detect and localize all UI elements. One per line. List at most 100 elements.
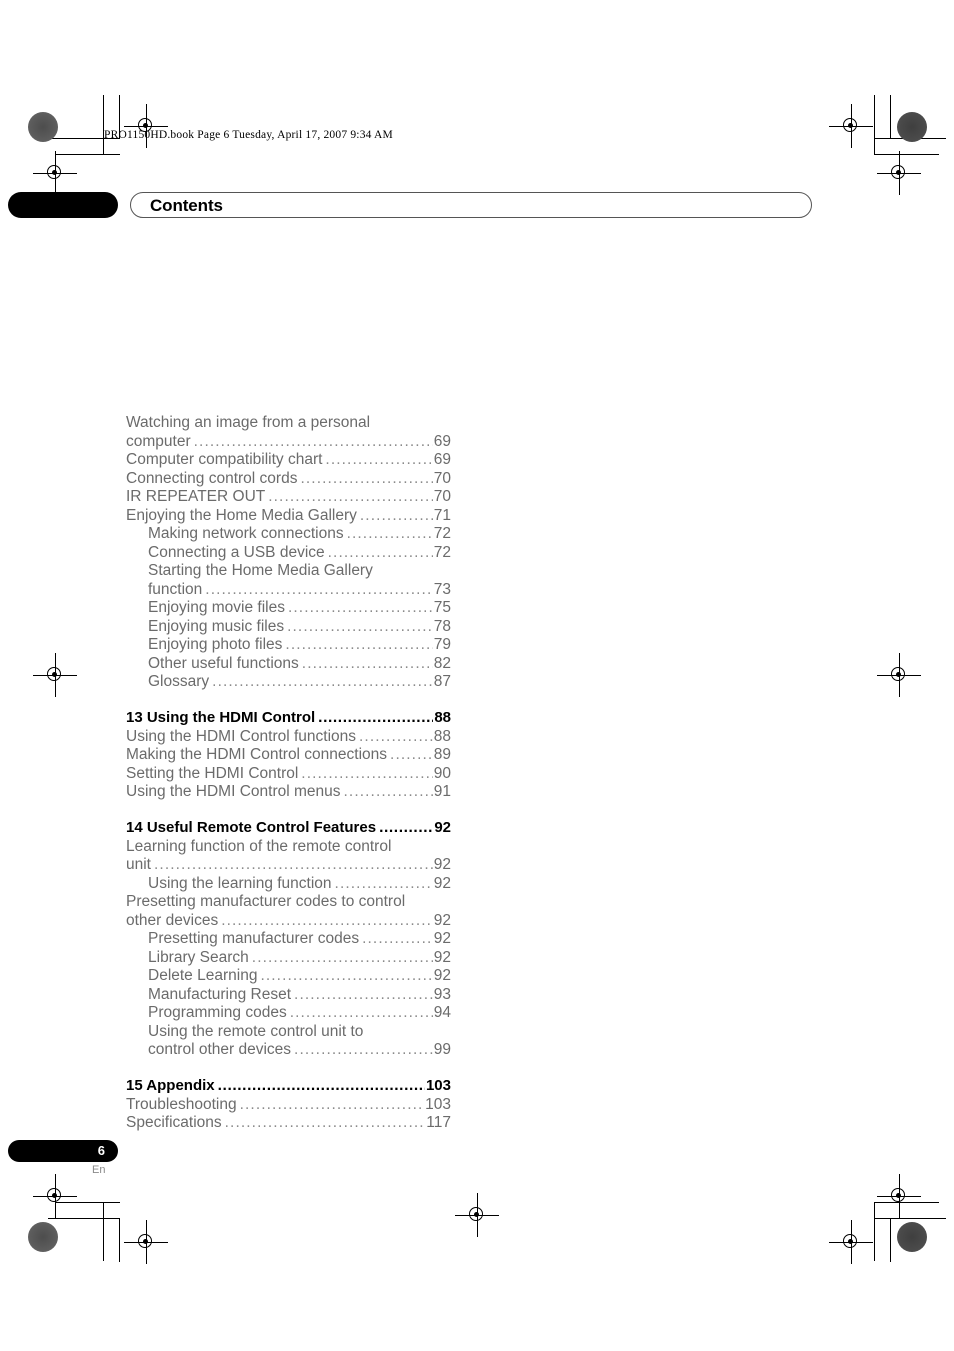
toc-entry[interactable]: Using the HDMI Control functions........…: [126, 728, 451, 747]
toc-entry[interactable]: Connecting a USB device.................…: [148, 544, 451, 563]
toc-dot-leader: ........................................…: [289, 1004, 433, 1021]
toc-entry[interactable]: Using the HDMI Control menus............…: [126, 783, 451, 802]
toc-entry[interactable]: Starting the Home Media Gallery.........…: [148, 562, 451, 581]
toc-entry[interactable]: Enjoying music files....................…: [148, 618, 451, 637]
toc-entry-page-number: 88: [434, 708, 451, 726]
toc-dot-leader: ........................................…: [193, 432, 433, 450]
toc-entry[interactable]: Manufacturing Reset.....................…: [148, 986, 451, 1005]
toc-entry[interactable]: Specifications..........................…: [126, 1114, 451, 1133]
toc-chapter-entry[interactable]: 13 Using the HDMI Control...............…: [126, 708, 451, 728]
toc-entry[interactable]: Setting the HDMI Control................…: [126, 765, 451, 784]
toc-entry[interactable]: Making network connections..............…: [148, 525, 451, 544]
toc-entry-label: Enjoying photo files: [148, 636, 283, 653]
crop-line-bottom-right-v1: [874, 1202, 875, 1261]
registration-mark-bottom-right-inner: [877, 1174, 921, 1218]
toc-entry[interactable]: Enjoying photo files....................…: [148, 636, 451, 655]
toc-entry[interactable]: computer................................…: [126, 433, 451, 452]
toc-chapter-entry[interactable]: 15 Appendix.............................…: [126, 1076, 451, 1096]
toc-entry[interactable]: Using the remote control unit to........…: [148, 1023, 451, 1042]
toc-entry[interactable]: Enjoying movie files....................…: [148, 599, 451, 618]
toc-entry-label: Connecting a USB device: [148, 543, 325, 561]
toc-dot-leader: ........................................…: [318, 708, 433, 726]
toc-dot-leader: ........................................…: [205, 580, 433, 598]
toc-entry-label: Computer compatibility chart: [126, 451, 323, 468]
toc-entry-label: function: [148, 580, 203, 598]
toc-entry-label: unit: [126, 856, 151, 873]
toc-entry-label: Learning function of the remote control: [126, 837, 392, 855]
toc-entry[interactable]: Presetting manufacturer codes to control…: [126, 893, 451, 912]
toc-dot-leader: ........................................…: [154, 856, 433, 873]
toc-entry-page-number: 82: [433, 654, 451, 672]
toc-entry[interactable]: Troubleshooting.........................…: [126, 1096, 451, 1115]
toc-dot-leader: ........................................…: [390, 746, 433, 763]
toc-entry-label: Delete Learning: [148, 967, 258, 984]
page-number: 6: [97, 1143, 105, 1158]
crop-line-bottom-left-v2: [119, 1218, 120, 1262]
toc-dot-leader: ........................................…: [379, 818, 434, 836]
toc-entry-page-number: 70: [433, 488, 451, 505]
registration-mark-top-right-inner: [877, 151, 921, 195]
toc-entry-label: Using the learning function: [148, 874, 332, 892]
toc-entry-page-number: 73: [433, 580, 451, 598]
toc-entry[interactable]: Computer compatibility chart............…: [126, 451, 451, 470]
toc-entry-page-number: 69: [433, 432, 451, 450]
registration-mark-bottom-left-outer: [124, 1220, 168, 1264]
toc-entry[interactable]: function................................…: [148, 581, 451, 600]
toc-entry-label: IR REPEATER OUT: [126, 488, 266, 505]
toc-entry-label: Enjoying movie files: [148, 599, 285, 616]
toc-entry[interactable]: Connecting control cords................…: [126, 470, 451, 489]
toc-entry-label: Troubleshooting: [126, 1095, 237, 1113]
toc-entry-page-number: 99: [433, 1041, 451, 1058]
toc-entry[interactable]: Delete Learning.........................…: [148, 967, 451, 986]
toc-entry-label: Enjoying music files: [148, 617, 285, 635]
toc-entry-page-number: 103: [425, 1076, 451, 1094]
toc-entry[interactable]: Other useful functions..................…: [148, 655, 451, 674]
toc-dot-leader: ........................................…: [217, 1076, 425, 1094]
toc-dot-leader: ........................................…: [212, 673, 433, 690]
toc-entry[interactable]: IR REPEATER OUT.........................…: [126, 488, 451, 507]
toc-entry-label: 13 Using the HDMI Control: [126, 708, 316, 726]
toc-entry-label: Setting the HDMI Control: [126, 764, 299, 782]
toc-entry-page-number: 92: [433, 911, 451, 929]
toc-entry[interactable]: unit....................................…: [126, 856, 451, 875]
page-title-banner: Contents: [130, 192, 812, 218]
toc-dot-leader: ........................................…: [343, 783, 433, 800]
toc-entry[interactable]: Glossary................................…: [148, 673, 451, 692]
registration-mark-mid-left: [33, 653, 77, 697]
crop-line-bottom-right-v2: [890, 1218, 891, 1262]
chapter-thumb-tab: [8, 192, 118, 218]
toc-entry[interactable]: Using the learning function.............…: [148, 875, 451, 894]
toc-entry[interactable]: Presetting manufacturer codes...........…: [148, 930, 451, 949]
toc-entry-page-number: 92: [433, 967, 451, 984]
toc-entry-label: Presetting manufacturer codes to control: [126, 893, 406, 910]
toc-entry-page-number: 92: [433, 930, 451, 947]
toc-chapter-entry[interactable]: 14 Useful Remote Control Features.......…: [126, 818, 451, 838]
toc-entry-label: 14 Useful Remote Control Features: [126, 818, 377, 836]
halftone-patch-bottom-right: [897, 1222, 927, 1252]
toc-entry-page-number: 117: [426, 1114, 451, 1131]
toc-entry[interactable]: Learning function of the remote control.…: [126, 838, 451, 857]
toc-entry-label: Using the HDMI Control functions: [126, 727, 357, 745]
toc-entry[interactable]: Programming codes.......................…: [148, 1004, 451, 1023]
toc-dot-leader: ........................................…: [362, 930, 433, 947]
toc-entry[interactable]: Library Search..........................…: [148, 949, 451, 968]
toc-dot-leader: ........................................…: [300, 469, 432, 487]
toc-entry-page-number: 87: [433, 673, 451, 690]
page-title: Contents: [150, 196, 223, 215]
toc-entry[interactable]: Watching an image from a personal.......…: [126, 414, 451, 433]
toc-entry-label: Using the HDMI Control menus: [126, 783, 341, 800]
toc-entry-label: Manufacturing Reset: [148, 985, 292, 1003]
toc-entry-label: Glossary: [148, 673, 210, 690]
toc-entry-page-number: 91: [433, 783, 451, 800]
toc-entry-label: 15 Appendix: [126, 1076, 215, 1094]
toc-entry[interactable]: other devices...........................…: [126, 912, 451, 931]
toc-entry-label: control other devices: [148, 1041, 292, 1058]
page-number-tab: 6: [8, 1140, 118, 1162]
crop-line-top-right-v2: [890, 95, 891, 139]
toc-entry[interactable]: control other devices...................…: [148, 1041, 451, 1060]
toc-entry[interactable]: Making the HDMI Control connections.....…: [126, 746, 451, 765]
toc-entry-page-number: 70: [433, 469, 451, 487]
toc-entry[interactable]: Enjoying the Home Media Gallery.........…: [126, 507, 451, 526]
toc-entry-page-number: 92: [433, 874, 451, 892]
toc-dot-leader: ........................................…: [260, 967, 433, 984]
